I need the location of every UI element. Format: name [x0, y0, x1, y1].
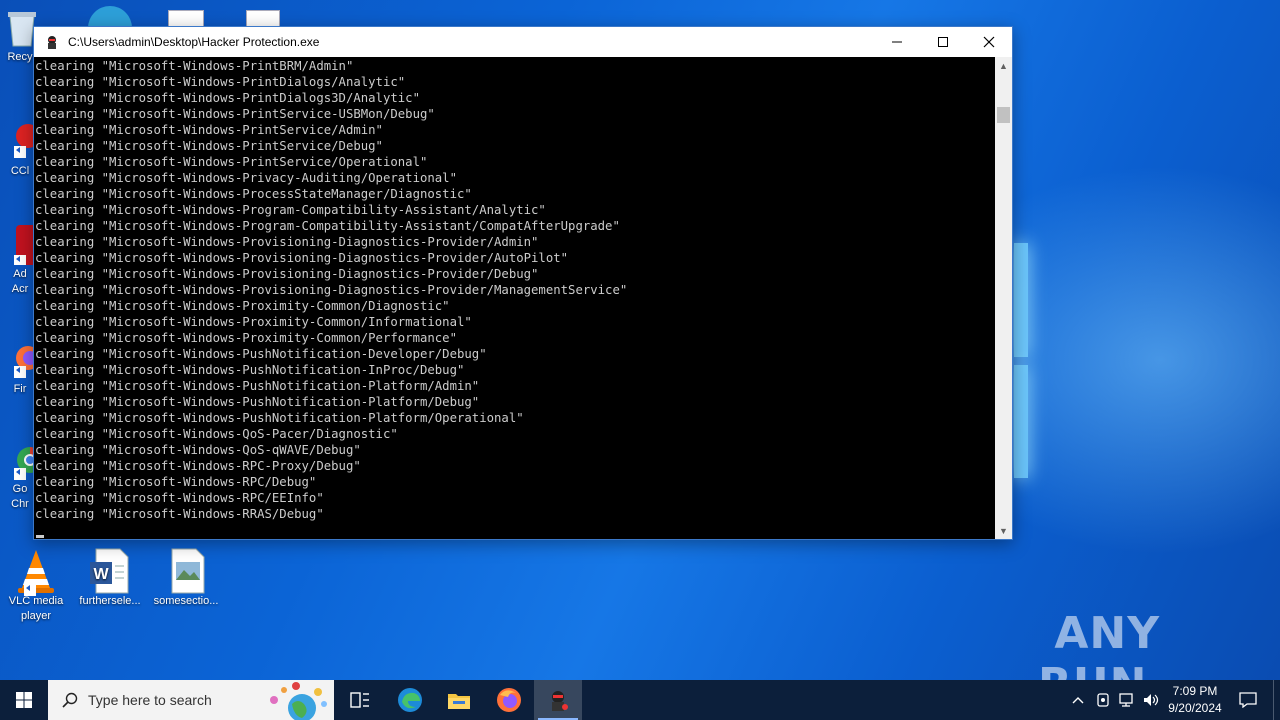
vlc-cone-icon: [14, 548, 58, 596]
network-button[interactable]: [1116, 680, 1138, 720]
word-document-icon: W: [88, 548, 132, 594]
vlc-label: VLC media player: [8, 595, 64, 622]
console-line: clearing "Microsoft-Windows-Program-Comp…: [35, 203, 546, 217]
recycle-bin-label: Recy: [7, 51, 33, 63]
clock-time: 7:09 PM: [1172, 684, 1218, 698]
word-doc-label: furthersele...: [79, 595, 141, 607]
speaker-icon: [1144, 694, 1159, 706]
console-window[interactable]: C:\Users\admin\Desktop\Hacker Protection…: [33, 26, 1013, 540]
console-line: clearing "Microsoft-Windows-Proximity-Co…: [35, 315, 472, 329]
console-output[interactable]: clearing "Microsoft-Windows-PrintBRM/Adm…: [34, 57, 994, 539]
console-line: clearing "Microsoft-Windows-PrintService…: [35, 107, 435, 121]
taskbar-search-box[interactable]: Type here to search: [48, 680, 334, 720]
console-line: clearing "Microsoft-Windows-RPC/Debug": [35, 475, 317, 489]
edge-desktop-icon-partial[interactable]: [88, 6, 132, 28]
edge-taskbar-button[interactable]: [386, 680, 434, 720]
console-line: clearing "Microsoft-Windows-Provisioning…: [35, 283, 628, 297]
console-line: clearing "Microsoft-Windows-PushNotifica…: [35, 347, 487, 361]
image-file-icon: [164, 548, 208, 594]
close-button[interactable]: [966, 27, 1012, 57]
console-line: clearing "Microsoft-Windows-Proximity-Co…: [35, 299, 450, 313]
text-cursor: [36, 535, 44, 538]
console-line: clearing "Microsoft-Windows-Program-Comp…: [35, 219, 620, 233]
vertical-scrollbar[interactable]: ▲ ▼: [995, 57, 1012, 539]
console-line: clearing "Microsoft-Windows-PrintService…: [35, 139, 383, 153]
console-line: clearing "Microsoft-Windows-Proximity-Co…: [35, 331, 457, 345]
clock-date: 9/20/2024: [1168, 701, 1222, 715]
maximize-icon: [938, 37, 948, 47]
firefox-label: Fir: [13, 383, 27, 395]
task-view-button[interactable]: [336, 680, 384, 720]
usb-device-icon: [1097, 693, 1109, 707]
edge-icon: [398, 688, 422, 712]
start-button[interactable]: [0, 680, 48, 720]
scroll-down-arrow-icon[interactable]: ▼: [995, 522, 1012, 539]
console-line: clearing "Microsoft-Windows-PrintBRM/Adm…: [35, 59, 354, 73]
network-icon: [1119, 693, 1133, 707]
hacker-app-icon: [48, 36, 56, 49]
ccleaner-label: CCl: [10, 165, 30, 177]
volume-button[interactable]: [1140, 680, 1162, 720]
console-line: clearing "Microsoft-Windows-RPC-Proxy/De…: [35, 459, 361, 473]
image-file-desktop-icon[interactable]: somesectio...: [151, 548, 221, 609]
file-explorer-taskbar-button[interactable]: [435, 680, 483, 720]
firefox-taskbar-button[interactable]: [485, 680, 533, 720]
console-line: clearing "Microsoft-Windows-RRAS/Debug": [35, 507, 324, 521]
hacker-app-taskbar-icon: [552, 691, 568, 711]
scroll-up-arrow-icon[interactable]: ▲: [995, 57, 1012, 74]
console-line: clearing "Microsoft-Windows-PushNotifica…: [35, 395, 480, 409]
show-hidden-icons-button[interactable]: [1068, 680, 1088, 720]
search-highlight-globe-icon: [270, 682, 327, 720]
console-line: clearing "Microsoft-Windows-RPC/EEInfo": [35, 491, 324, 505]
console-line: clearing "Microsoft-Windows-Provisioning…: [35, 267, 539, 281]
notification-icon: [1239, 692, 1257, 708]
firefox-taskbar-icon: [497, 688, 521, 712]
maximize-button[interactable]: [920, 27, 966, 57]
console-line: clearing "Microsoft-Windows-PushNotifica…: [35, 379, 480, 393]
svg-text:W: W: [93, 566, 109, 583]
search-icon: [62, 692, 78, 708]
close-icon: [983, 36, 995, 48]
window-titlebar[interactable]: C:\Users\admin\Desktop\Hacker Protection…: [34, 27, 1012, 57]
windows-logo-pane-bottom: [1014, 365, 1028, 478]
notifications-button[interactable]: [1234, 680, 1262, 720]
console-line: clearing "Microsoft-Windows-QoS-qWAVE/De…: [35, 443, 361, 457]
console-line: clearing "Microsoft-Windows-PushNotifica…: [35, 411, 524, 425]
hacker-protection-taskbar-button[interactable]: [534, 680, 582, 720]
window-title: C:\Users\admin\Desktop\Hacker Protection…: [68, 35, 320, 49]
console-line: clearing "Microsoft-Windows-Provisioning…: [35, 235, 539, 249]
windows-start-icon: [16, 692, 32, 708]
folder-icon: [448, 694, 470, 709]
console-text: clearing "Microsoft-Windows-PrintBRM/Adm…: [34, 57, 994, 522]
console-line: clearing "Microsoft-Windows-QoS-Pacer/Di…: [35, 427, 398, 441]
task-view-icon: [350, 692, 369, 708]
chevron-up-icon: [1072, 697, 1084, 704]
console-line: clearing "Microsoft-Windows-PushNotifica…: [35, 363, 465, 377]
console-line: clearing "Microsoft-Windows-PrintService…: [35, 155, 428, 169]
console-line: clearing "Microsoft-Windows-Privacy-Audi…: [35, 171, 457, 185]
tray-device-button[interactable]: [1092, 680, 1114, 720]
console-line: clearing "Microsoft-Windows-ProcessState…: [35, 187, 472, 201]
show-desktop-button[interactable]: [1273, 680, 1280, 720]
taskbar-clock[interactable]: 7:09 PM 9/20/2024: [1160, 683, 1230, 717]
console-line: clearing "Microsoft-Windows-PrintDialogs…: [35, 75, 406, 89]
console-line: clearing "Microsoft-Windows-PrintDialogs…: [35, 91, 420, 105]
taskbar: Type here to search 7:09 PM 9/20/2024: [0, 680, 1280, 720]
word-doc-desktop-icon[interactable]: W furthersele...: [75, 548, 145, 609]
search-placeholder: Type here to search: [88, 692, 212, 708]
console-line: clearing "Microsoft-Windows-PrintService…: [35, 123, 383, 137]
console-line: clearing "Microsoft-Windows-Provisioning…: [35, 251, 569, 265]
image-file-label: somesectio...: [153, 595, 219, 607]
minimize-icon: [892, 41, 902, 43]
minimize-button[interactable]: [874, 27, 920, 57]
windows-logo-pane-top: [1014, 243, 1028, 357]
scrollbar-thumb[interactable]: [997, 107, 1010, 123]
vlc-desktop-icon[interactable]: VLC media player: [1, 548, 71, 624]
